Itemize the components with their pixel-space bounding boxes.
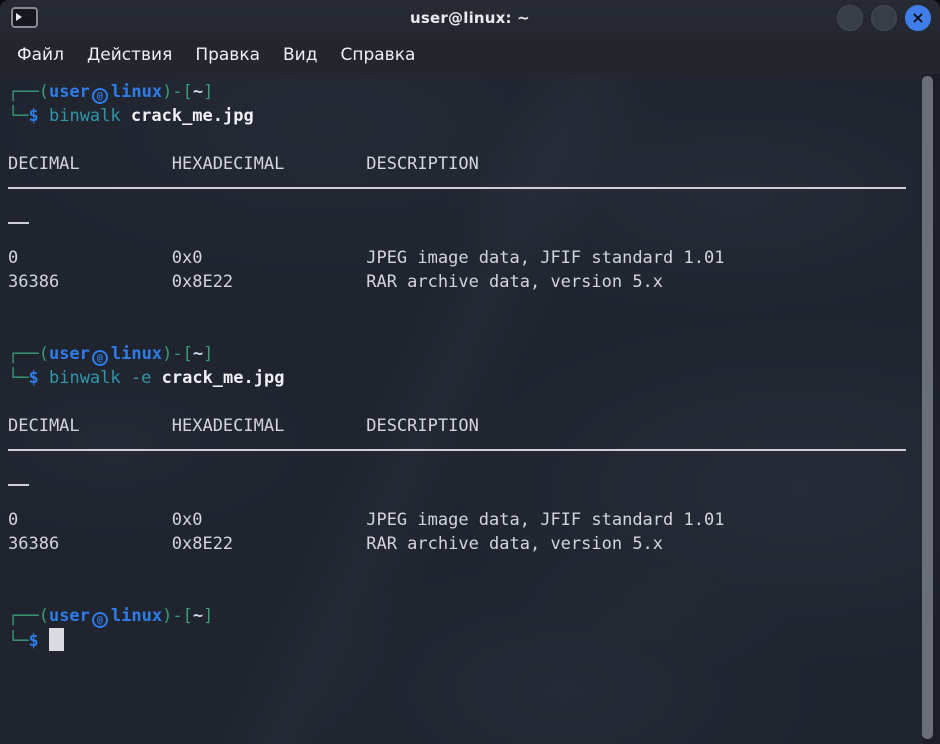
at-circle-icon: @ [92, 88, 108, 104]
terminal-text: DECIMAL HEXADECIMAL DESCRIPTION [8, 154, 479, 174]
terminal-text: linux [111, 606, 162, 626]
terminal-text: $ [28, 368, 38, 388]
titlebar[interactable]: user@linux: ~ × [0, 0, 940, 36]
at-circle-icon: @ [92, 612, 108, 628]
terminal-text: ~ [193, 344, 203, 364]
terminal-text [151, 368, 161, 388]
terminal-line: └─$ binwalk crack_me.jpg [8, 104, 916, 128]
terminal-text [39, 631, 49, 651]
terminal-text: ] [203, 344, 213, 364]
terminal-body: ┌──(user@linux)-[~]└─$ binwalk crack_me.… [8, 80, 916, 652]
terminal-text: )-[ [162, 606, 193, 626]
terminal-text: 0 0x0 JPEG image data, JFIF standard 1.0… [8, 510, 724, 530]
terminal-text: $ [28, 106, 38, 126]
menu-item-file[interactable]: Файл [17, 45, 64, 65]
terminal-text: 36386 0x8E22 RAR archive data, version 5… [8, 272, 663, 292]
terminal-line: 0 0x0 JPEG image data, JFIF standard 1.0… [8, 246, 916, 270]
terminal-text: user [49, 344, 90, 364]
terminal-line [8, 128, 916, 152]
terminal-text [39, 106, 49, 126]
terminal-text: linux [111, 344, 162, 364]
terminal-text: ~ [193, 606, 203, 626]
terminal-text: crack_me.jpg [162, 368, 285, 388]
window-title: user@linux: ~ [0, 9, 940, 27]
terminal-text: -e [131, 368, 151, 388]
terminal-line [8, 580, 916, 604]
terminal-text: user [49, 606, 90, 626]
terminal-line: ┌──(user@linux)-[~] [8, 604, 916, 628]
block-cursor [49, 628, 64, 651]
menu-item-actions[interactable]: Действия [87, 45, 172, 65]
menu-item-help[interactable]: Справка [340, 45, 415, 65]
close-button[interactable]: × [905, 5, 931, 31]
terminal-line [8, 484, 916, 508]
terminal-text: └─ [8, 368, 28, 388]
terminal-text: user [49, 82, 90, 102]
terminal-line [8, 318, 916, 342]
terminal-text: └─ [8, 631, 28, 651]
scrollbar-track[interactable] [922, 74, 940, 744]
scrollbar-thumb[interactable] [922, 76, 933, 739]
terminal-text: ┌──( [8, 82, 49, 102]
terminal-line [8, 556, 916, 580]
menu-bar: Файл Действия Правка Вид Справка [0, 36, 940, 74]
terminal-line: └─$ binwalk -e crack_me.jpg [8, 366, 916, 390]
terminal-text [121, 106, 131, 126]
terminal-text: └─ [8, 106, 28, 126]
prompt-cursor-icon [16, 13, 22, 21]
terminal-line: └─$ [8, 628, 916, 652]
terminal-line: 36386 0x8E22 RAR archive data, version 5… [8, 532, 916, 556]
terminal-line [8, 390, 916, 414]
terminal-line [8, 294, 916, 318]
terminal-line [8, 449, 916, 473]
terminal-line: 36386 0x8E22 RAR archive data, version 5… [8, 270, 916, 294]
terminal-text: )-[ [162, 82, 193, 102]
terminal-text: ┌──( [8, 344, 49, 364]
separator-line [8, 187, 906, 189]
terminal-text: )-[ [162, 344, 193, 364]
terminal-text: ] [203, 606, 213, 626]
terminal-line: ┌──(user@linux)-[~] [8, 342, 916, 366]
terminal-text: binwalk [49, 368, 121, 388]
terminal-text: linux [111, 82, 162, 102]
window-controls: × [837, 5, 931, 31]
terminal-text: ~ [193, 82, 203, 102]
terminal-text: DECIMAL HEXADECIMAL DESCRIPTION [8, 416, 479, 436]
terminal-text [39, 368, 49, 388]
terminal-text: $ [28, 631, 38, 651]
separator-line [8, 449, 906, 451]
terminal-line [8, 222, 916, 246]
terminal-viewport[interactable]: ┌──(user@linux)-[~]└─$ binwalk crack_me.… [0, 74, 940, 744]
separator-line [8, 484, 29, 486]
terminal-text: ] [203, 82, 213, 102]
terminal-app-icon [11, 7, 38, 28]
terminal-text: crack_me.jpg [131, 106, 254, 126]
separator-line [8, 222, 29, 224]
at-circle-icon: @ [92, 350, 108, 366]
terminal-line: ┌──(user@linux)-[~] [8, 80, 916, 104]
terminal-text: ┌──( [8, 606, 49, 626]
terminal-line [8, 187, 916, 211]
terminal-text [121, 368, 131, 388]
terminal-text: 36386 0x8E22 RAR archive data, version 5… [8, 534, 663, 554]
terminal-line: 0 0x0 JPEG image data, JFIF standard 1.0… [8, 508, 916, 532]
close-icon: × [911, 10, 924, 26]
minimize-button[interactable] [837, 5, 863, 31]
terminal-window: user@linux: ~ × Файл Действия Правка Вид… [0, 0, 940, 744]
terminal-text: binwalk [49, 106, 121, 126]
menu-item-edit[interactable]: Правка [195, 45, 260, 65]
menu-item-view[interactable]: Вид [283, 45, 317, 65]
terminal-line: DECIMAL HEXADECIMAL DESCRIPTION [8, 414, 916, 438]
terminal-line: DECIMAL HEXADECIMAL DESCRIPTION [8, 152, 916, 176]
terminal-text: 0 0x0 JPEG image data, JFIF standard 1.0… [8, 248, 724, 268]
maximize-button[interactable] [871, 5, 897, 31]
